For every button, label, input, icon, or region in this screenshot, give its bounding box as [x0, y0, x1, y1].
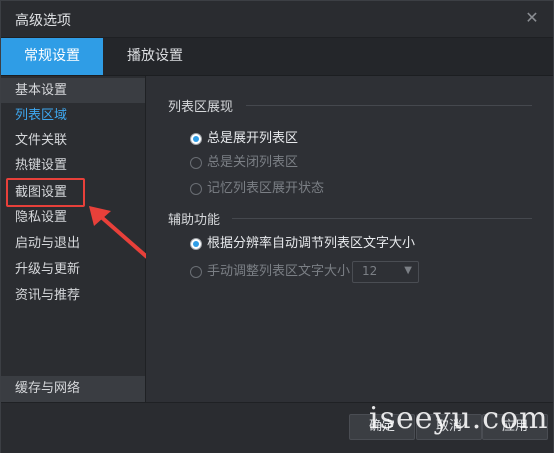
dialog-title: 高级选项 — [15, 13, 71, 29]
radio-unchecked-icon — [190, 183, 202, 195]
sidebar-item-basic[interactable]: 基本设置 — [1, 78, 145, 103]
tab-playback-settings[interactable]: 播放设置 — [105, 38, 205, 75]
section-divider — [246, 105, 532, 106]
radio-label: 总是展开列表区 — [207, 131, 299, 146]
title-bar: 高级选项 ✕ — [1, 1, 553, 38]
annotation-highlight-box — [6, 178, 85, 207]
chevron-down-icon: ▼ — [404, 265, 412, 276]
radio-checked-icon — [190, 238, 202, 250]
sidebar-item-hotkeys[interactable]: 热键设置 — [1, 153, 145, 178]
section-title-list-display: 列表区展现 — [168, 100, 234, 115]
tab-general-settings[interactable]: 常规设置 — [1, 38, 103, 75]
apply-button[interactable]: 应用 — [482, 414, 548, 440]
advanced-options-dialog: 高级选项 ✕ 常规设置 播放设置 基本设置 列表区域 文件关联 热键设置 截图设… — [0, 0, 554, 453]
radio-label: 记忆列表区展开状态 — [207, 181, 325, 196]
settings-panel: 列表区展现 总是展开列表区 总是关闭列表区 记忆列表区展开状态 辅助功能 根据分… — [146, 76, 553, 402]
close-icon[interactable]: ✕ — [523, 9, 541, 27]
footer: 确定 取消 应用 — [1, 402, 553, 453]
section-title-assist: 辅助功能 — [168, 213, 221, 228]
ok-button[interactable]: 确定 — [349, 414, 415, 440]
radio-unchecked-icon — [190, 157, 202, 169]
cancel-button[interactable]: 取消 — [416, 414, 482, 440]
font-size-select[interactable]: 12 ▼ — [352, 261, 419, 283]
radio-label: 根据分辨率自动调节列表区文字大小 — [207, 236, 416, 251]
tab-bar: 常规设置 播放设置 — [1, 38, 553, 76]
radio-label: 总是关闭列表区 — [207, 155, 299, 170]
annotation-arrow-icon — [89, 206, 149, 259]
radio-label: 手动调整列表区文字大小 — [207, 264, 351, 279]
radio-checked-icon — [190, 133, 202, 145]
sidebar-item-file-association[interactable]: 文件关联 — [1, 128, 145, 153]
sidebar-item-list-area[interactable]: 列表区域 — [1, 103, 145, 128]
section-divider — [232, 218, 532, 219]
sidebar-item-news[interactable]: 资讯与推荐 — [1, 283, 145, 308]
sidebar-item-cache-network[interactable]: 缓存与网络 — [1, 376, 145, 402]
font-size-value: 12 — [362, 264, 378, 278]
radio-unchecked-icon — [190, 266, 202, 278]
